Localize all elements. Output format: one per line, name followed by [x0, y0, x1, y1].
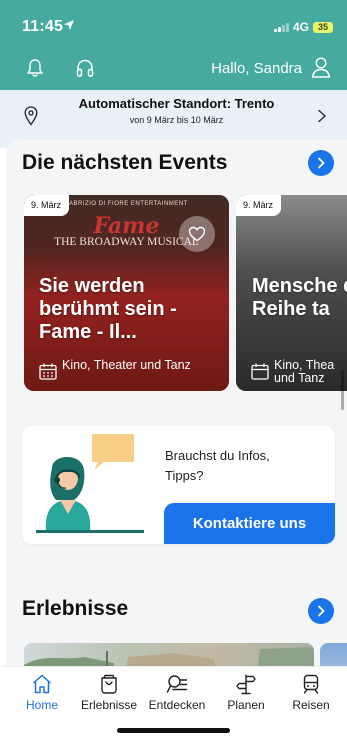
contact-us-button[interactable]: Kontaktiere uns [164, 503, 335, 544]
tab-label: Erlebnisse [80, 698, 138, 712]
experiences-section-title: Erlebnisse [22, 597, 129, 620]
main-content: Die nächsten Events FABRIZIO DI FIORE EN… [6, 140, 347, 668]
chevron-right-icon [318, 157, 325, 169]
train-icon [303, 674, 319, 694]
tab-entdecken[interactable]: Entdecken [142, 673, 212, 712]
location-title: Automatischer Standort: Trento [78, 96, 275, 111]
network-label: 4G [292, 20, 309, 34]
tab-label: Entdecken [148, 698, 206, 712]
landscape-image [24, 647, 314, 668]
location-arrow-icon [64, 20, 74, 30]
heart-icon [188, 226, 206, 242]
tab-home[interactable]: Home [7, 673, 77, 712]
discover-icon [166, 675, 188, 693]
calendar-icon [251, 363, 269, 380]
tab-label: Home [25, 698, 58, 712]
home-indicator[interactable] [117, 728, 230, 733]
bag-icon [101, 674, 117, 694]
location-dates: von 9 März bis 10 März [129, 115, 224, 125]
help-card: Brauchst du Infos, Tipps? Kontaktiere un… [22, 426, 335, 544]
favorite-button[interactable] [179, 216, 215, 252]
events-more-button[interactable] [308, 150, 334, 176]
chevron-right-icon[interactable] [317, 109, 327, 123]
event-card[interactable]: 9. März Mensche die aus d Reihe ta Kino,… [236, 195, 347, 391]
signpost-icon [236, 674, 256, 695]
app-header: 11:45 4G 35 Hallo, Sandra [0, 0, 347, 90]
event-title: Mensche die aus d Reihe ta [252, 275, 347, 320]
tab-label: Reisen [292, 698, 330, 712]
event-category: Kino, Theater und Tanz [62, 358, 191, 372]
events-section-title: Die nächsten Events [22, 151, 228, 174]
event-date-badge: 9. März [24, 195, 70, 216]
user-icon[interactable] [311, 56, 331, 78]
status-bar: 11:45 4G 35 [0, 0, 347, 50]
tab-planen[interactable]: Planen [211, 673, 281, 712]
tab-erlebnisse[interactable]: Erlebnisse [74, 673, 144, 712]
experience-card-image[interactable] [24, 643, 314, 668]
headphone-icon[interactable] [75, 58, 95, 78]
support-agent-illustration [36, 434, 144, 533]
calendar-icon [39, 363, 57, 380]
experiences-more-button[interactable] [308, 598, 334, 624]
signal-icon [274, 22, 289, 32]
scroll-indicator [341, 370, 344, 410]
bell-icon[interactable] [26, 58, 44, 78]
greeting-text[interactable]: Hallo, Sandra [211, 60, 302, 77]
chevron-right-icon [318, 605, 325, 617]
tab-reisen[interactable]: Reisen [276, 673, 346, 712]
status-indicators: 4G 35 [274, 20, 333, 34]
status-time: 11:45 [22, 18, 64, 35]
home-icon [33, 674, 51, 694]
event-date-badge: 9. März [236, 195, 282, 216]
help-question: Brauchst du Infos, Tipps? [165, 448, 270, 483]
tab-label: Planen [227, 698, 265, 712]
battery-icon: 35 [313, 21, 333, 33]
experience-card-image[interactable] [320, 643, 347, 668]
event-title: Sie werden berühmt sein - Fame - Il... [39, 275, 177, 343]
event-card[interactable]: FABRIZIO DI FIORE ENTERTAINMENT Fame THE… [24, 195, 229, 391]
event-category: Kino, Thea und Tanz [274, 358, 335, 385]
